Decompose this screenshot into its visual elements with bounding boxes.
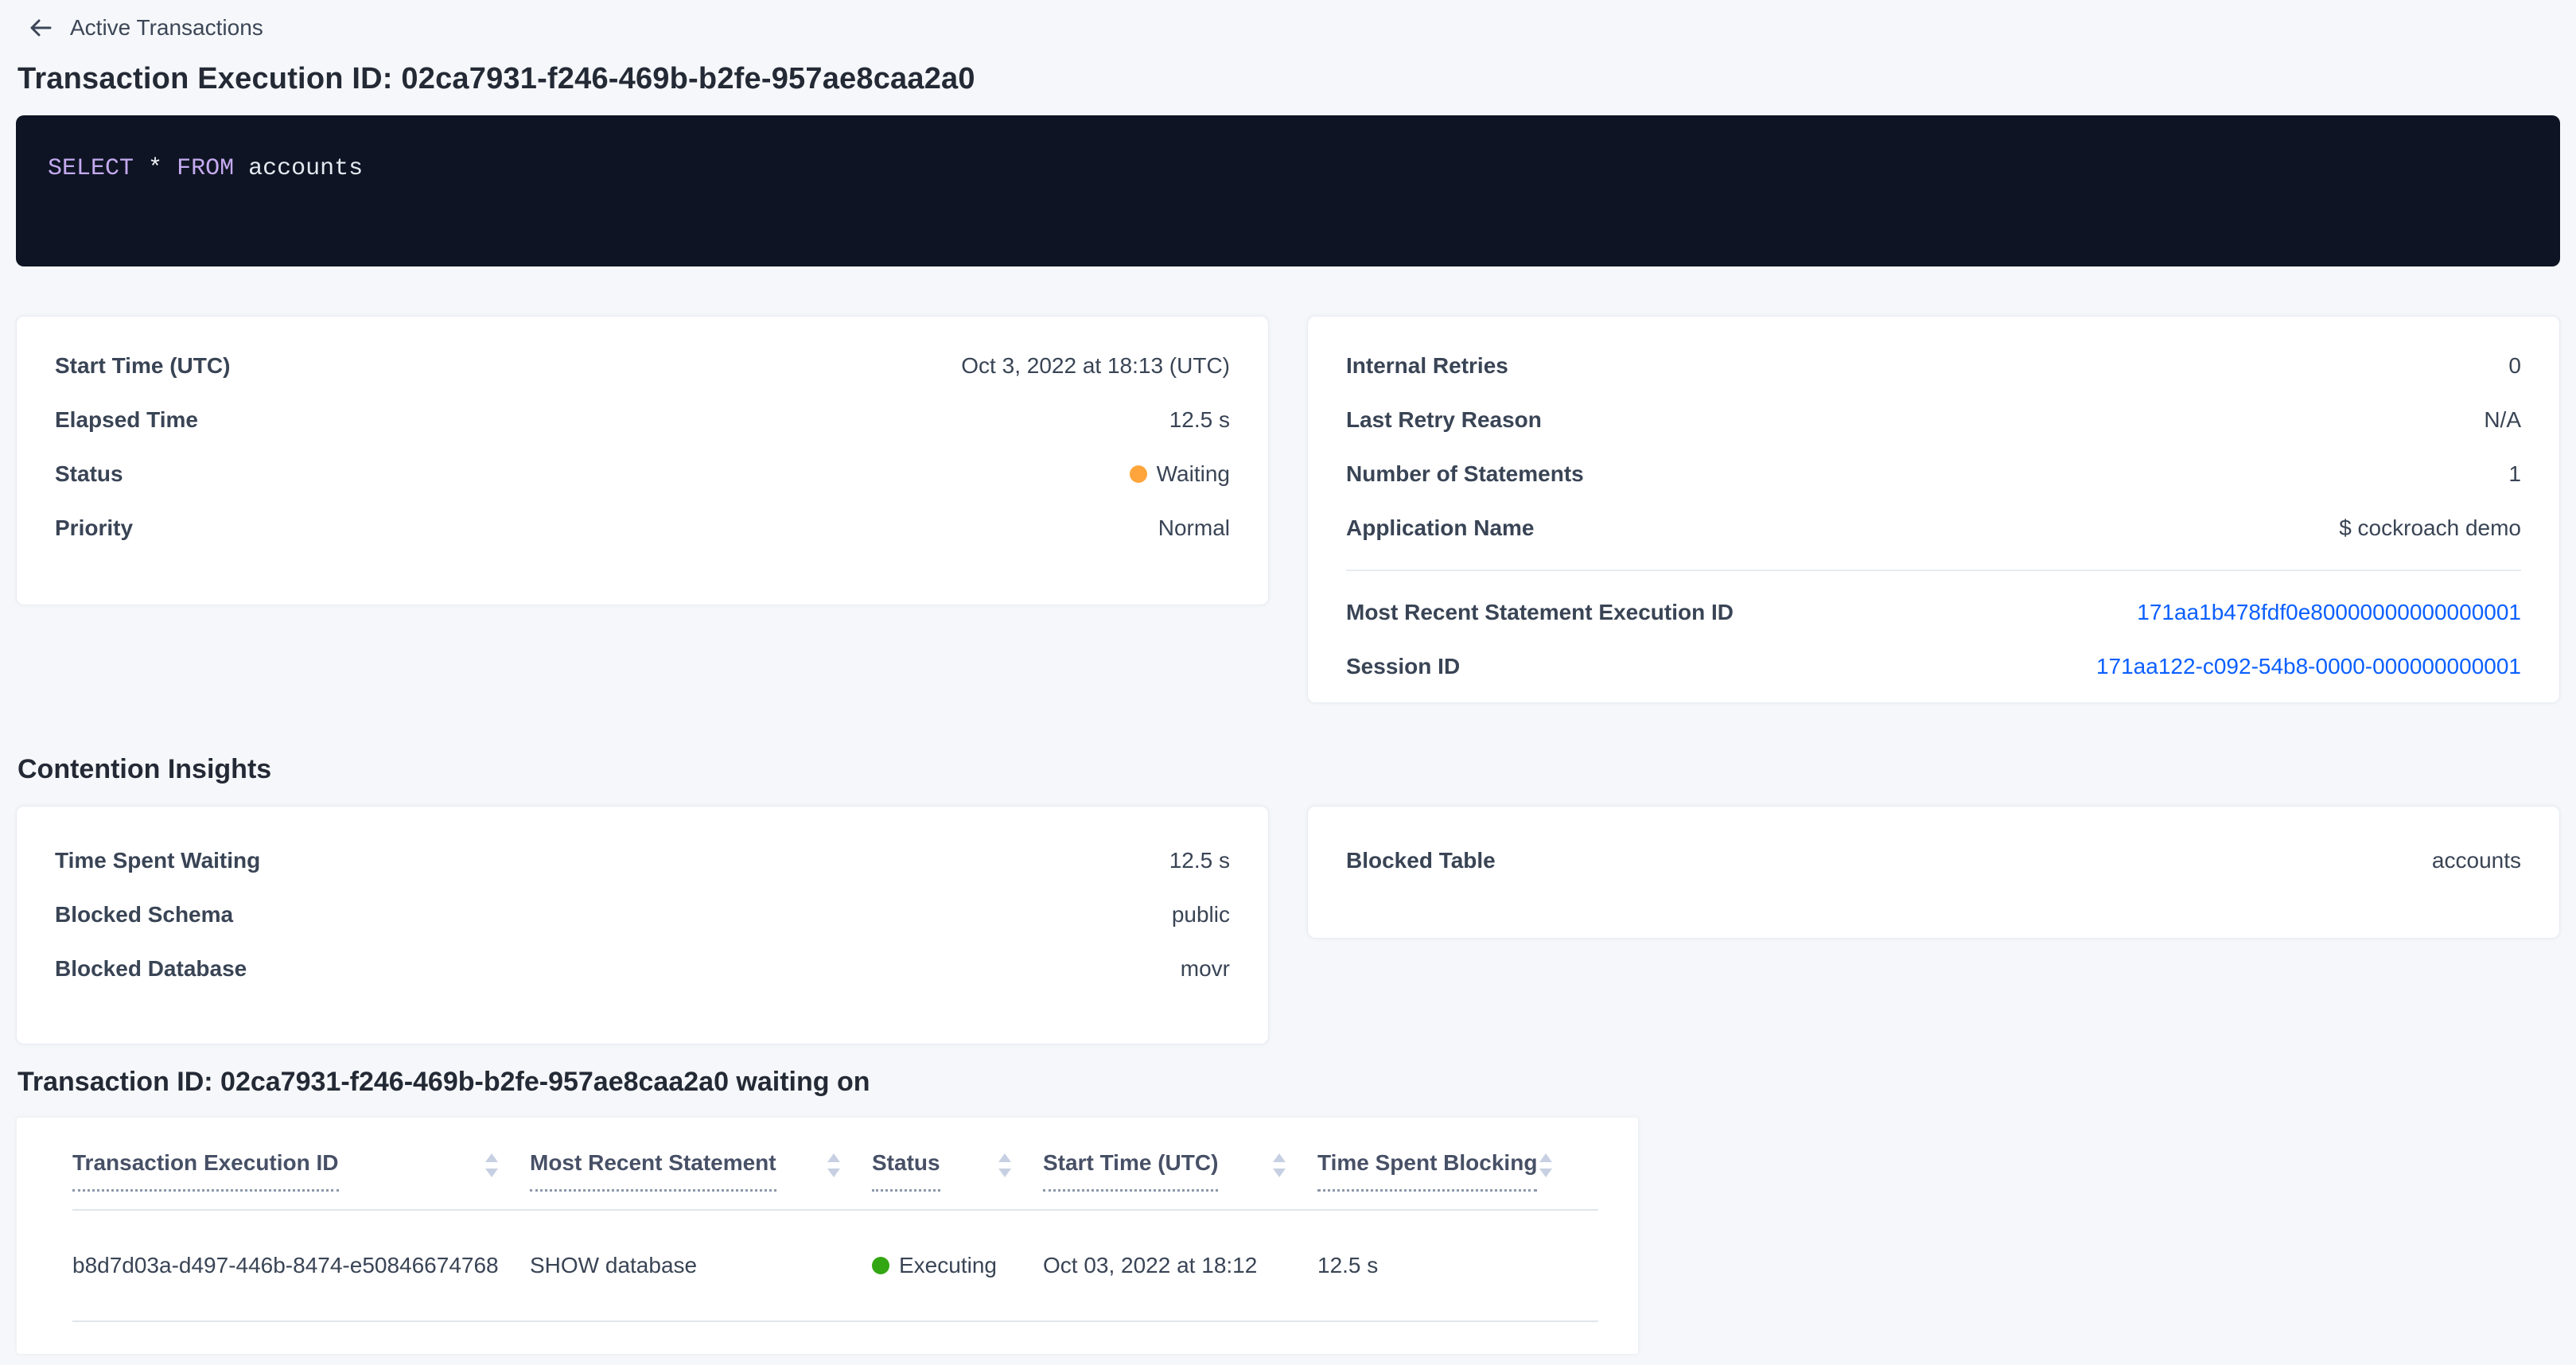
priority-value: Normal bbox=[1158, 515, 1230, 541]
transaction-details-page: Active Transactions Transaction Executio… bbox=[0, 0, 2576, 1365]
column-header-label: Most Recent Statement bbox=[530, 1149, 776, 1192]
application-name-label: Application Name bbox=[1346, 515, 1534, 541]
sql-keyword-select: SELECT bbox=[48, 155, 134, 182]
sql-table-name: accounts bbox=[248, 155, 363, 182]
application-name-row: Application Name $ cockroach demo bbox=[1346, 501, 2521, 555]
column-header-label: Start Time (UTC) bbox=[1043, 1149, 1218, 1192]
start-time-label: Start Time (UTC) bbox=[55, 353, 230, 379]
blocked-schema-value: public bbox=[1172, 902, 1230, 928]
overview-card-right: Internal Retries 0 Last Retry Reason N/A… bbox=[1307, 316, 2560, 703]
blocked-table-value: accounts bbox=[2432, 848, 2521, 873]
back-arrow-icon bbox=[27, 14, 54, 41]
contention-card-right: Blocked Table accounts bbox=[1307, 806, 2560, 939]
blocked-database-label: Blocked Database bbox=[55, 956, 247, 982]
overview-card-left: Start Time (UTC) Oct 3, 2022 at 18:13 (U… bbox=[16, 316, 1269, 605]
last-retry-reason-row: Last Retry Reason N/A bbox=[1346, 393, 2521, 447]
status-executing-dot-icon bbox=[872, 1257, 889, 1274]
card-divider bbox=[1346, 570, 2521, 571]
status-badge: Waiting bbox=[1130, 461, 1230, 487]
start-time-value: Oct 3, 2022 at 18:13 (UTC) bbox=[961, 353, 1230, 379]
most-recent-statement-execution-id-row: Most Recent Statement Execution ID 171aa… bbox=[1346, 585, 2521, 640]
blocked-schema-row: Blocked Schema public bbox=[55, 888, 1230, 942]
waiting-on-heading: Transaction ID: 02ca7931-f246-469b-b2fe-… bbox=[18, 1067, 2560, 1098]
priority-row: Priority Normal bbox=[55, 501, 1230, 555]
elapsed-time-value: 12.5 s bbox=[1169, 407, 1230, 433]
waiting-on-table: Transaction Execution ID Most Recent Sta… bbox=[16, 1117, 1639, 1355]
session-id-link[interactable]: 171aa122-c092-54b8-0000-000000000001 bbox=[2096, 654, 2521, 679]
blocked-database-row: Blocked Database movr bbox=[55, 942, 1230, 996]
session-id-label: Session ID bbox=[1346, 654, 1460, 679]
waiting-on-table-header: Transaction Execution ID Most Recent Sta… bbox=[72, 1118, 1598, 1211]
column-header-most-recent-statement[interactable]: Most Recent Statement bbox=[530, 1149, 872, 1209]
priority-label: Priority bbox=[55, 515, 133, 541]
cell-time-spent-blocking: 12.5 s bbox=[1317, 1211, 1584, 1320]
sort-icon bbox=[1538, 1151, 1554, 1184]
column-header-label: Status bbox=[872, 1149, 940, 1192]
column-header-transaction-execution-id[interactable]: Transaction Execution ID bbox=[72, 1149, 530, 1209]
application-name-value: $ cockroach demo bbox=[2339, 515, 2521, 541]
back-link-label: Active Transactions bbox=[70, 15, 263, 41]
last-retry-reason-value: N/A bbox=[2484, 407, 2521, 433]
most-recent-statement-execution-id-link[interactable]: 171aa1b478fdf0e80000000000000001 bbox=[2137, 600, 2521, 625]
statement-count-row: Number of Statements 1 bbox=[1346, 447, 2521, 501]
contention-card-left: Time Spent Waiting 12.5 s Blocked Schema… bbox=[16, 806, 1269, 1044]
session-id-row: Session ID 171aa122-c092-54b8-0000-00000… bbox=[1346, 640, 2521, 694]
cell-start-time: Oct 03, 2022 at 18:12 bbox=[1043, 1211, 1317, 1320]
sql-query-box: SELECT * FROM accounts bbox=[16, 115, 2560, 266]
overview-cards-row: Start Time (UTC) Oct 3, 2022 at 18:13 (U… bbox=[16, 316, 2560, 703]
sql-star: * bbox=[148, 155, 162, 182]
page-title: Transaction Execution ID: 02ca7931-f246-… bbox=[18, 62, 2560, 96]
contention-insights-heading: Contention Insights bbox=[18, 754, 2560, 785]
back-link-active-transactions[interactable]: Active Transactions bbox=[27, 11, 2560, 45]
blocked-table-row: Blocked Table accounts bbox=[1346, 834, 2521, 888]
last-retry-reason-label: Last Retry Reason bbox=[1346, 407, 1542, 433]
status-waiting-dot-icon bbox=[1130, 465, 1147, 483]
internal-retries-value: 0 bbox=[2508, 353, 2521, 379]
column-header-label: Transaction Execution ID bbox=[72, 1149, 339, 1192]
statement-count-label: Number of Statements bbox=[1346, 461, 1584, 487]
column-header-status[interactable]: Status bbox=[872, 1149, 1043, 1209]
statement-count-value: 1 bbox=[2508, 461, 2521, 487]
time-spent-waiting-label: Time Spent Waiting bbox=[55, 848, 260, 873]
sort-icon bbox=[997, 1151, 1013, 1184]
blocked-schema-label: Blocked Schema bbox=[55, 902, 233, 928]
elapsed-time-label: Elapsed Time bbox=[55, 407, 198, 433]
column-header-start-time[interactable]: Start Time (UTC) bbox=[1043, 1149, 1317, 1209]
time-spent-waiting-row: Time Spent Waiting 12.5 s bbox=[55, 834, 1230, 888]
cell-status: Executing bbox=[872, 1211, 1043, 1320]
internal-retries-row: Internal Retries 0 bbox=[1346, 339, 2521, 393]
blocked-table-label: Blocked Table bbox=[1346, 848, 1496, 873]
sort-icon bbox=[484, 1151, 500, 1184]
sql-keyword-from: FROM bbox=[177, 155, 234, 182]
start-time-row: Start Time (UTC) Oct 3, 2022 at 18:13 (U… bbox=[55, 339, 1230, 393]
cell-status-value: Executing bbox=[899, 1253, 997, 1278]
blocked-database-value: movr bbox=[1181, 956, 1230, 982]
sort-icon bbox=[1271, 1151, 1287, 1184]
table-row: b8d7d03a-d497-446b-8474-e50846674768 SHO… bbox=[72, 1211, 1598, 1322]
column-header-label: Time Spent Blocking bbox=[1317, 1149, 1537, 1192]
contention-cards-row: Time Spent Waiting 12.5 s Blocked Schema… bbox=[16, 806, 2560, 1044]
elapsed-time-row: Elapsed Time 12.5 s bbox=[55, 393, 1230, 447]
status-row: Status Waiting bbox=[55, 447, 1230, 501]
status-value: Waiting bbox=[1157, 461, 1230, 487]
status-label: Status bbox=[55, 461, 123, 487]
cell-transaction-execution-id: b8d7d03a-d497-446b-8474-e50846674768 bbox=[72, 1211, 530, 1320]
time-spent-waiting-value: 12.5 s bbox=[1169, 848, 1230, 873]
most-recent-statement-execution-id-label: Most Recent Statement Execution ID bbox=[1346, 600, 1734, 625]
cell-most-recent-statement: SHOW database bbox=[530, 1211, 872, 1320]
sort-icon bbox=[826, 1151, 842, 1184]
internal-retries-label: Internal Retries bbox=[1346, 353, 1508, 379]
column-header-time-spent-blocking[interactable]: Time Spent Blocking bbox=[1317, 1149, 1584, 1209]
